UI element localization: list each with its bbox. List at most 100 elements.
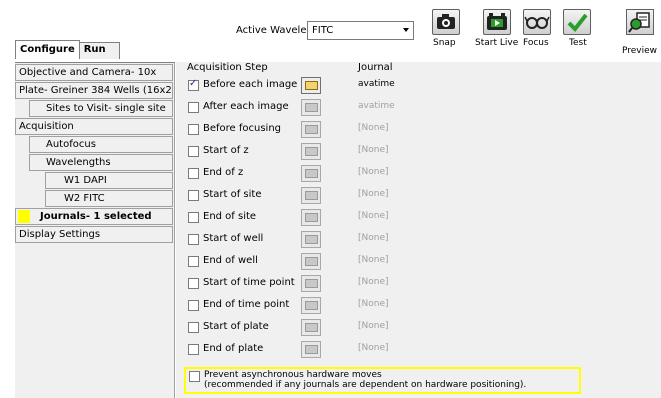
async-moves-checkbox[interactable]: [189, 371, 200, 382]
journal-name: [None]: [358, 167, 389, 177]
step-checkbox[interactable]: [188, 322, 199, 333]
sidebar-item-w2-fitc[interactable]: W2 FITC: [45, 190, 173, 207]
step-checkbox[interactable]: [188, 102, 199, 113]
acquisition-step-header: Acquisition Step: [187, 62, 268, 73]
folder-icon: [305, 213, 318, 222]
step-label: Before focusing: [203, 123, 282, 134]
sidebar-item-w1-dapi[interactable]: W1 DAPI: [45, 172, 173, 189]
tab-bar: Configure Run: [15, 40, 120, 60]
folder-icon: [305, 81, 318, 90]
step-label: Before each image: [203, 79, 298, 90]
browse-journal-button[interactable]: [301, 165, 321, 182]
tab-run[interactable]: Run: [79, 42, 120, 59]
browse-journal-button[interactable]: [301, 143, 321, 160]
folder-icon: [305, 257, 318, 266]
snap-label: Snap: [433, 38, 456, 48]
browse-journal-button[interactable]: [301, 297, 321, 314]
journal-name: [None]: [358, 233, 389, 243]
journal-name: [None]: [358, 189, 389, 199]
journal-name: [None]: [358, 145, 389, 155]
browse-journal-button[interactable]: [301, 209, 321, 226]
journal-row: Start of plate [None]: [176, 318, 476, 340]
top-toolbar: Active Wavelength FITC Snap Start Live F…: [0, 0, 661, 62]
checkmark-icon: [567, 13, 588, 33]
sidebar-item-display-settings[interactable]: Display Settings: [15, 226, 173, 243]
browse-journal-button[interactable]: [301, 275, 321, 292]
journal-row: End of time point [None]: [176, 296, 476, 318]
journal-row: End of site [None]: [176, 208, 476, 230]
tab-configure[interactable]: Configure: [15, 40, 80, 59]
preview-button[interactable]: [626, 9, 654, 35]
sidebar-item-plate[interactable]: Plate- Greiner 384 Wells (16x24): [15, 82, 173, 99]
test-button[interactable]: [563, 9, 591, 35]
sidebar-item-autofocus[interactable]: Autofocus: [29, 136, 173, 153]
folder-icon: [305, 169, 318, 178]
step-label: End of plate: [203, 343, 264, 354]
folder-icon: [305, 125, 318, 134]
journal-name: [None]: [358, 321, 389, 331]
step-label: After each image: [203, 101, 289, 112]
journal-row: End of plate [None]: [176, 340, 476, 362]
step-checkbox[interactable]: [188, 344, 199, 355]
start-live-label: Start Live: [475, 38, 519, 48]
test-label: Test: [569, 38, 587, 48]
step-checkbox[interactable]: [188, 212, 199, 223]
browse-journal-button[interactable]: [301, 231, 321, 248]
step-checkbox[interactable]: [188, 256, 199, 267]
journal-row: End of well [None]: [176, 252, 476, 274]
sidebar-item-sites[interactable]: Sites to Visit- single site: [29, 100, 173, 117]
browse-journal-button[interactable]: [301, 319, 321, 336]
folder-icon: [305, 235, 318, 244]
sidebar-item-wavelengths[interactable]: Wavelengths: [29, 154, 173, 171]
browse-journal-button[interactable]: [301, 187, 321, 204]
journal-name: [None]: [358, 299, 389, 309]
step-checkbox[interactable]: [188, 146, 199, 157]
step-checkbox[interactable]: [188, 78, 199, 91]
journal-row: Before each image avatime: [176, 76, 476, 98]
step-checkbox[interactable]: [188, 190, 199, 201]
journal-header: Journal: [358, 62, 393, 73]
journals-panel: Acquisition Step Journal Before each ima…: [176, 62, 661, 398]
browse-journal-button[interactable]: [301, 77, 321, 94]
step-label: End of site: [203, 211, 257, 222]
step-checkbox[interactable]: [188, 278, 199, 289]
journal-name: [None]: [358, 211, 389, 221]
journal-name: avatime: [358, 101, 395, 111]
sidebar-item-journals-label: Journals- 1 selected: [40, 211, 152, 222]
browse-journal-button[interactable]: [301, 121, 321, 138]
snap-button[interactable]: [432, 9, 460, 35]
step-label: Start of time point: [203, 277, 295, 288]
preview-label: Preview: [622, 46, 658, 56]
step-checkbox[interactable]: [188, 234, 199, 245]
sidebar-item-acquisition[interactable]: Acquisition: [15, 118, 173, 135]
step-label: Start of well: [203, 233, 264, 244]
async-moves-line1: Prevent asynchronous hardware moves: [204, 370, 382, 380]
preview-icon: [628, 12, 650, 33]
selected-marker: [18, 210, 30, 223]
folder-icon: [305, 279, 318, 288]
folder-icon: [305, 301, 318, 310]
async-moves-line2: (recommended if any journals are depende…: [204, 380, 527, 390]
browse-journal-button[interactable]: [301, 341, 321, 358]
browse-journal-button[interactable]: [301, 253, 321, 270]
step-checkbox[interactable]: [188, 300, 199, 311]
step-label: End of well: [203, 255, 258, 266]
journal-name: [None]: [358, 343, 389, 353]
journal-name: [None]: [358, 255, 389, 265]
step-label: Start of z: [203, 145, 249, 156]
sidebar-item-journals[interactable]: Journals- 1 selected: [15, 208, 173, 225]
browse-journal-button[interactable]: [301, 99, 321, 116]
active-wavelength-select[interactable]: FITC: [307, 21, 414, 40]
focus-button[interactable]: [523, 9, 551, 35]
step-checkbox[interactable]: [188, 168, 199, 179]
settings-sidebar: Objective and Camera- 10x Plate- Greiner…: [15, 62, 175, 398]
camera-icon: [437, 14, 455, 29]
step-checkbox[interactable]: [188, 124, 199, 135]
async-moves-box: Prevent asynchronous hardware moves (rec…: [184, 367, 581, 394]
sidebar-item-objective[interactable]: Objective and Camera- 10x: [15, 64, 173, 81]
folder-icon: [305, 147, 318, 156]
folder-icon: [305, 323, 318, 332]
journal-row: Start of z [None]: [176, 142, 476, 164]
step-label: Start of site: [203, 189, 262, 200]
start-live-button[interactable]: [483, 9, 511, 35]
